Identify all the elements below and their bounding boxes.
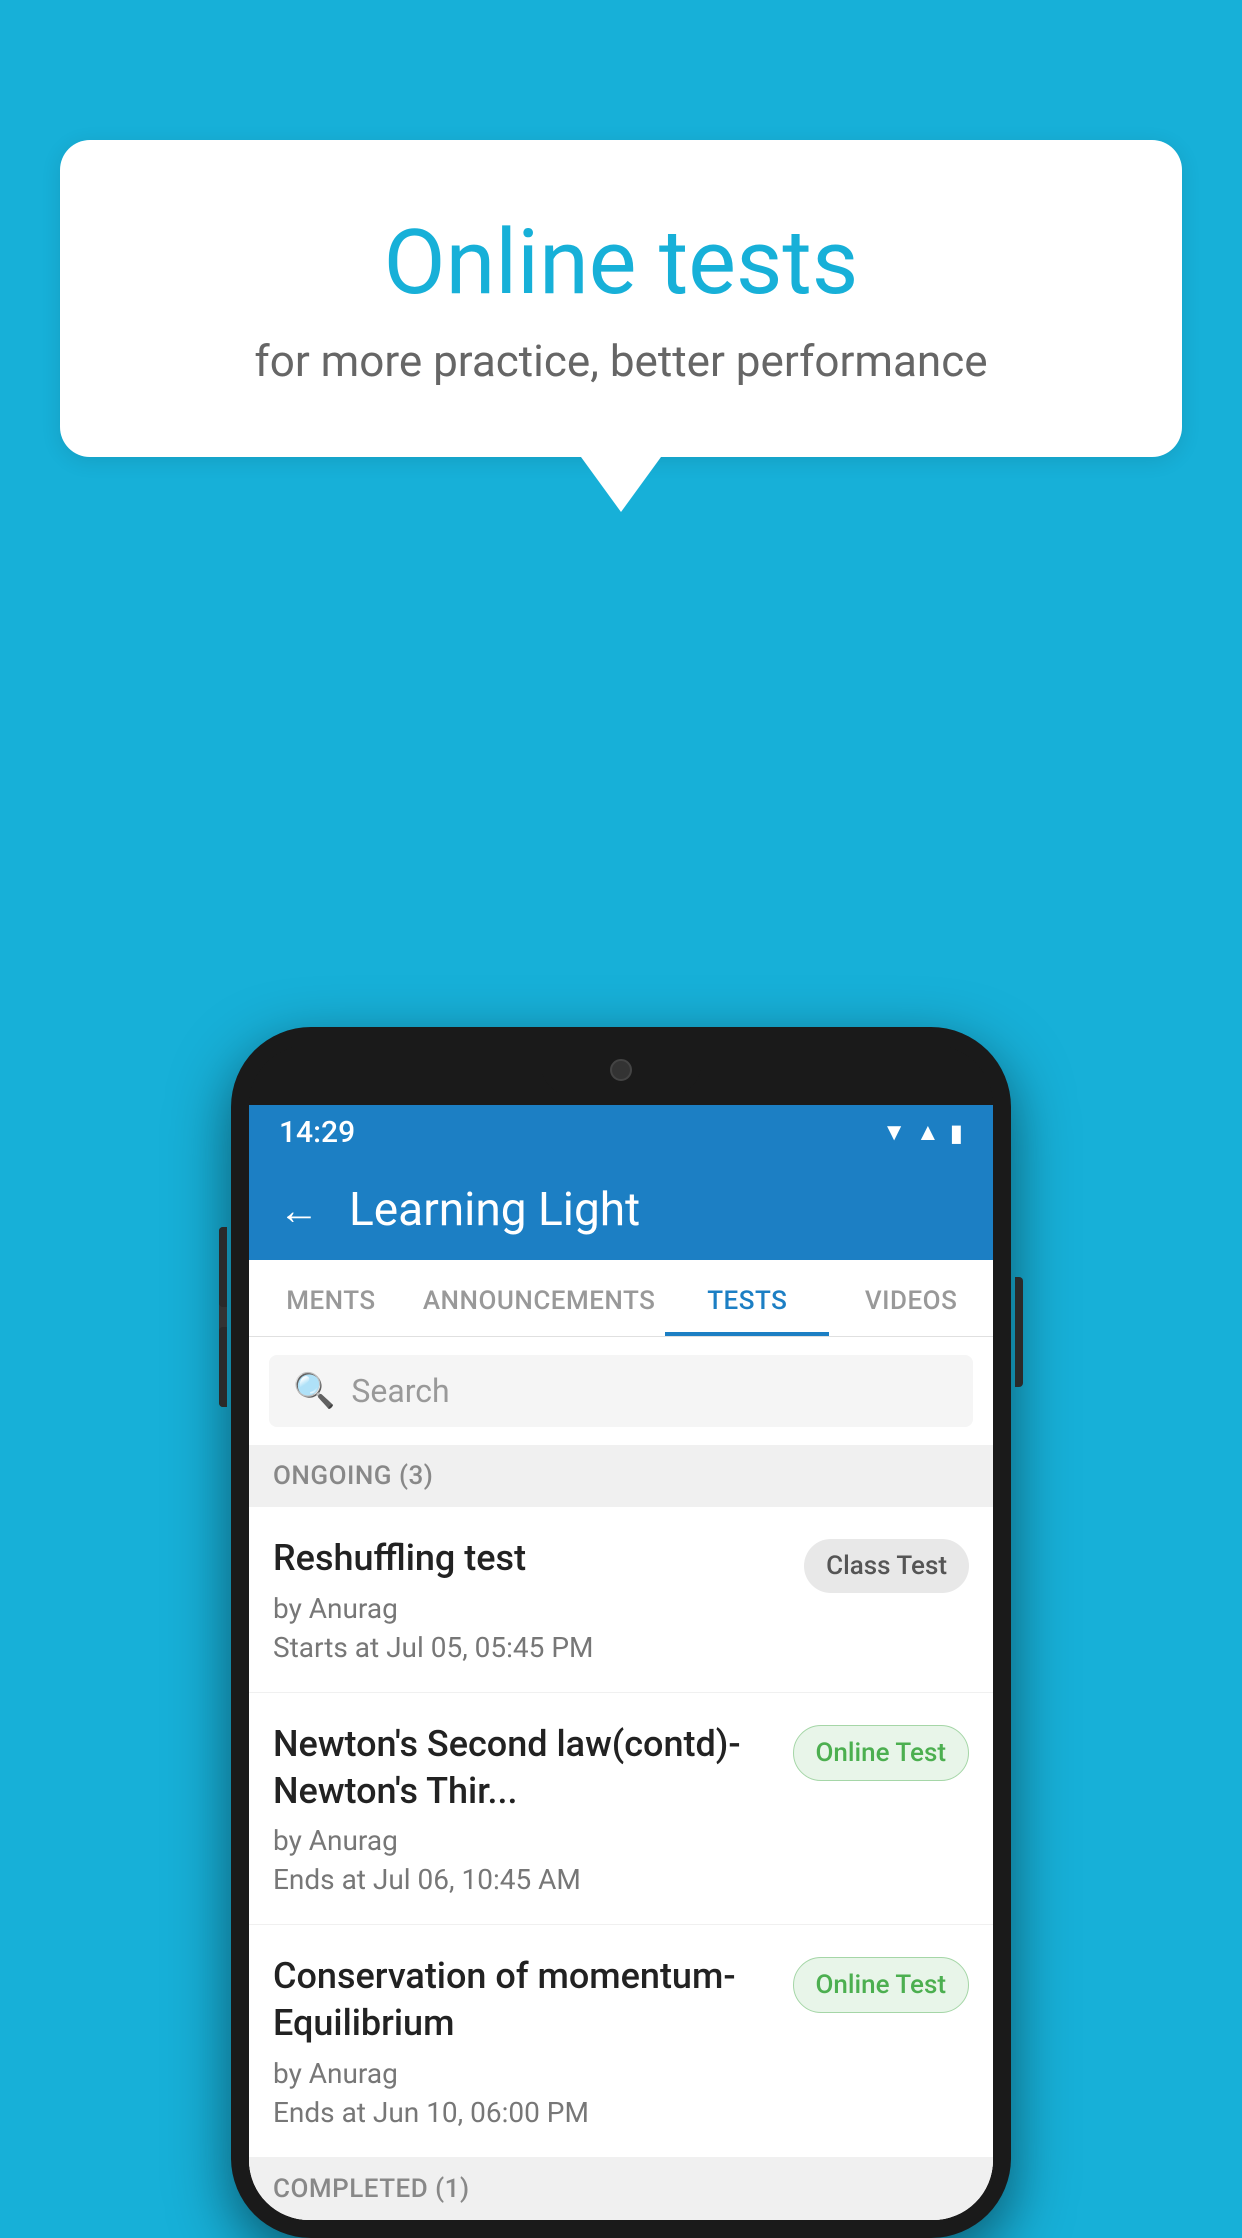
test-info-3: Conservation of momentum-Equilibrium by … (273, 1953, 793, 2129)
ongoing-section-label: ONGOING (3) (249, 1445, 993, 1507)
test-name-2: Newton's Second law(contd)-Newton's Thir… (273, 1721, 773, 1815)
phone-screen: 14:29 ▼ ▲ ▮ ← Learning Light MENTS ANNOU… (249, 1105, 993, 2220)
battery-icon: ▮ (950, 1119, 963, 1147)
status-bar: 14:29 ▼ ▲ ▮ (249, 1105, 993, 1160)
app-title: Learning Light (349, 1183, 640, 1237)
test-badge-online-3: Online Test (793, 1957, 970, 2013)
app-header: ← Learning Light (249, 1160, 993, 1260)
test-info-1: Reshuffling test by Anurag Starts at Jul… (273, 1535, 804, 1664)
test-author-3: by Anurag (273, 2057, 773, 2090)
signal-icon: ▲ (916, 1118, 940, 1147)
test-item-reshuffling[interactable]: Reshuffling test by Anurag Starts at Jul… (249, 1507, 993, 1693)
phone-side-left (219, 1227, 227, 1407)
screen-content: 🔍 Search ONGOING (3) Reshuffling test by… (249, 1337, 993, 2220)
test-info-2: Newton's Second law(contd)-Newton's Thir… (273, 1721, 793, 1897)
test-author-2: by Anurag (273, 1824, 773, 1857)
phone-notch (541, 1045, 701, 1095)
tab-videos[interactable]: VIDEOS (829, 1260, 993, 1336)
tab-announcements[interactable]: ANNOUNCEMENTS (413, 1260, 666, 1336)
test-item-newton[interactable]: Newton's Second law(contd)-Newton's Thir… (249, 1693, 993, 1926)
search-bar[interactable]: 🔍 Search (269, 1355, 973, 1427)
volume-down-button (219, 1327, 227, 1407)
test-name-3: Conservation of momentum-Equilibrium (273, 1953, 773, 2047)
completed-section-label: COMPLETED (1) (249, 2158, 993, 2220)
speech-bubble-container: Online tests for more practice, better p… (60, 140, 1182, 512)
bubble-title: Online tests (140, 210, 1102, 315)
phone-notch-bar (249, 1045, 993, 1105)
test-badge-class-1: Class Test (804, 1539, 969, 1593)
test-list: Reshuffling test by Anurag Starts at Jul… (249, 1507, 993, 2158)
test-time-2: Ends at Jul 06, 10:45 AM (273, 1863, 773, 1896)
tabs-bar: MENTS ANNOUNCEMENTS TESTS VIDEOS (249, 1260, 993, 1337)
volume-up-button (219, 1227, 227, 1307)
test-time-3: Ends at Jun 10, 06:00 PM (273, 2096, 773, 2129)
phone-side-right (1015, 1277, 1023, 1387)
camera-lens (610, 1059, 632, 1081)
tab-tests[interactable]: TESTS (665, 1260, 829, 1336)
test-name-1: Reshuffling test (273, 1535, 784, 1582)
search-placeholder: Search (351, 1372, 449, 1410)
test-badge-online-2: Online Test (793, 1725, 970, 1781)
phone-frame: 14:29 ▼ ▲ ▮ ← Learning Light MENTS ANNOU… (231, 1027, 1011, 2238)
bubble-subtitle: for more practice, better performance (140, 335, 1102, 387)
speech-bubble: Online tests for more practice, better p… (60, 140, 1182, 457)
search-container: 🔍 Search (249, 1337, 993, 1445)
wifi-icon: ▼ (882, 1118, 906, 1147)
test-author-1: by Anurag (273, 1592, 784, 1625)
search-icon: 🔍 (293, 1371, 335, 1411)
tab-ments[interactable]: MENTS (249, 1260, 413, 1336)
bubble-arrow (581, 457, 661, 512)
status-icons: ▼ ▲ ▮ (882, 1118, 963, 1147)
test-time-1: Starts at Jul 05, 05:45 PM (273, 1631, 784, 1664)
status-time: 14:29 (279, 1115, 355, 1150)
power-button (1015, 1277, 1023, 1387)
back-button[interactable]: ← (279, 1187, 319, 1234)
test-item-conservation[interactable]: Conservation of momentum-Equilibrium by … (249, 1925, 993, 2158)
phone-wrapper: 14:29 ▼ ▲ ▮ ← Learning Light MENTS ANNOU… (231, 1027, 1011, 2238)
